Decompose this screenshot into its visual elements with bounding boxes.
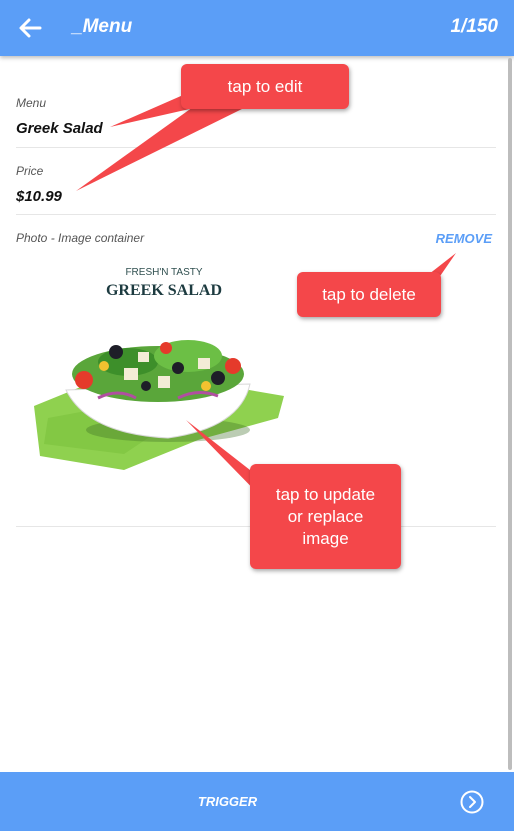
image-title-text: GREEK SALAD — [106, 282, 222, 299]
price-field-label: Price — [16, 164, 44, 178]
bottom-bar: TRIGGER — [0, 772, 514, 831]
chevron-right-circle-icon — [460, 790, 484, 814]
price-field-value[interactable]: $10.99 — [16, 188, 62, 205]
callout-line: tap to update — [275, 484, 376, 504]
callout-line: or replace — [287, 506, 364, 526]
scrollbar[interactable] — [508, 58, 512, 770]
page-title: _Menu — [72, 16, 133, 37]
next-button[interactable] — [460, 790, 484, 814]
photo-field-label: Photo - Image container — [16, 231, 145, 245]
divider — [16, 214, 496, 215]
photo-image[interactable]: FRESH'N TASTY GREEK SALAD — [28, 258, 294, 482]
app-bar: _Menu 1/150 — [0, 0, 514, 56]
back-button[interactable] — [12, 10, 48, 46]
trigger-button[interactable]: TRIGGER — [0, 794, 455, 809]
greek-salad-image: FRESH'N TASTY GREEK SALAD — [34, 267, 284, 470]
arrow-left-icon — [19, 18, 42, 38]
remove-photo-button[interactable]: REMOVE — [436, 231, 492, 246]
tap-to-delete-callout: tap to delete — [297, 272, 441, 317]
record-counter: 1/150 — [450, 16, 498, 37]
tap-to-update-callout: tap to update or replace image — [250, 464, 401, 569]
menu-field-label: Menu — [16, 96, 47, 110]
divider — [16, 147, 496, 148]
menu-field-value[interactable]: Greek Salad — [16, 120, 103, 137]
callout-line: image — [302, 528, 349, 548]
image-brand-text: FRESH'N TASTY — [125, 267, 202, 278]
tap-to-edit-callout: tap to edit — [181, 64, 349, 109]
